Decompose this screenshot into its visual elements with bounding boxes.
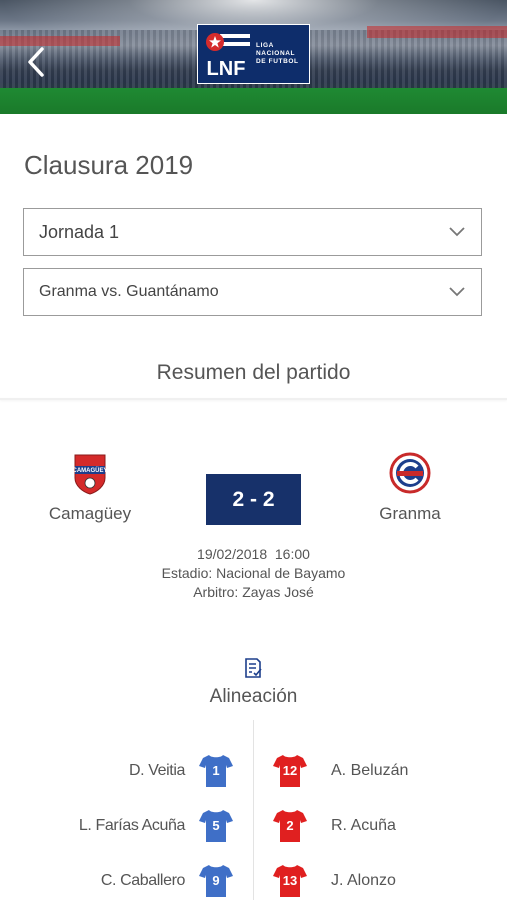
- section-divider: [0, 398, 507, 400]
- league-logo: LNF LIGA NACIONAL DE FUTBOL: [197, 24, 310, 84]
- away-team-name: Granma: [379, 504, 441, 523]
- stand-banner-right: [367, 26, 507, 38]
- home-player-row[interactable]: D. Veitia 1: [129, 751, 235, 791]
- away-shirt-icon: 12: [271, 752, 309, 790]
- shirt-number: 1: [212, 763, 220, 778]
- player-name: L. Farías Acuña: [78, 817, 185, 834]
- shirt-number: 2: [286, 818, 294, 833]
- away-shirt-icon: 13: [271, 862, 309, 900]
- match-score: 2 - 2: [206, 474, 301, 525]
- home-shirt-icon: 5: [197, 807, 235, 845]
- chevron-down-icon: [449, 227, 465, 237]
- home-player-row[interactable]: C. Caballero 9: [101, 861, 235, 900]
- match-datetime: 19/02/2018 16:00: [197, 546, 310, 562]
- round-select[interactable]: Jornada 1: [23, 208, 482, 256]
- player-name: R. Acuña: [331, 817, 396, 834]
- player-name: D. Veitia: [129, 762, 185, 779]
- away-player-row[interactable]: 13 J. Alonzo: [271, 861, 396, 900]
- back-button[interactable]: [22, 44, 52, 80]
- shirt-number: 13: [282, 873, 298, 888]
- away-shirt-icon: 2: [271, 807, 309, 845]
- lnf-mark: LNF: [198, 25, 254, 83]
- league-wordmark: LIGA NACIONAL DE FUTBOL: [254, 42, 299, 66]
- shirt-number: 5: [212, 818, 220, 833]
- shirt-number: 12: [282, 763, 298, 778]
- wordmark-line-3: DE FUTBOL: [256, 58, 299, 65]
- match-stadium: Estadio: Nacional de Bayamo: [161, 565, 346, 581]
- wordmark-line-1: LIGA: [256, 42, 274, 49]
- wordmark-line-2: NACIONAL: [256, 50, 296, 57]
- match-select[interactable]: Granma vs. Guantánamo: [23, 268, 482, 316]
- match-referee: Arbitro: Zayas José: [193, 584, 314, 600]
- match-summary-title: Resumen del partido: [156, 361, 351, 384]
- lineup-divider: [253, 720, 254, 900]
- stand-banner-left: [0, 36, 120, 46]
- home-team-name: Camagüey: [48, 504, 132, 523]
- lineup-clipboard-icon: [245, 658, 262, 678]
- chevron-left-icon: [28, 47, 44, 77]
- svg-text:LNF: LNF: [207, 58, 246, 80]
- header-banner: LNF LIGA NACIONAL DE FUTBOL: [0, 0, 507, 114]
- home-shirt-icon: 1: [197, 752, 235, 790]
- away-player-row[interactable]: 12 A. Beluzán: [271, 751, 408, 791]
- home-team[interactable]: CAMAGÜEY Camagüey: [40, 452, 140, 524]
- granma-crest-icon: [389, 452, 431, 494]
- pitch-strip: [0, 88, 507, 114]
- page-title: Clausura 2019: [24, 150, 194, 180]
- shirt-number: 9: [212, 873, 220, 888]
- player-name: J. Alonzo: [331, 872, 396, 889]
- away-team[interactable]: Granma: [360, 452, 460, 524]
- camaguey-crest-icon: CAMAGÜEY: [72, 454, 108, 495]
- round-select-value: Jornada 1: [39, 221, 120, 242]
- match-select-value: Granma vs. Guantánamo: [39, 283, 219, 300]
- home-shirt-icon: 9: [197, 862, 235, 900]
- player-name: C. Caballero: [100, 872, 186, 889]
- svg-text:CAMAGÜEY: CAMAGÜEY: [72, 467, 107, 474]
- match-info: 19/02/2018 16:00 Estadio: Nacional de Ba…: [0, 545, 507, 602]
- player-name: A. Beluzán: [331, 762, 409, 779]
- away-player-row[interactable]: 2 R. Acuña: [271, 806, 396, 846]
- lineup-title: Alineación: [209, 686, 298, 707]
- home-player-row[interactable]: L. Farías Acuña 5: [79, 806, 235, 846]
- chevron-down-icon: [449, 287, 465, 297]
